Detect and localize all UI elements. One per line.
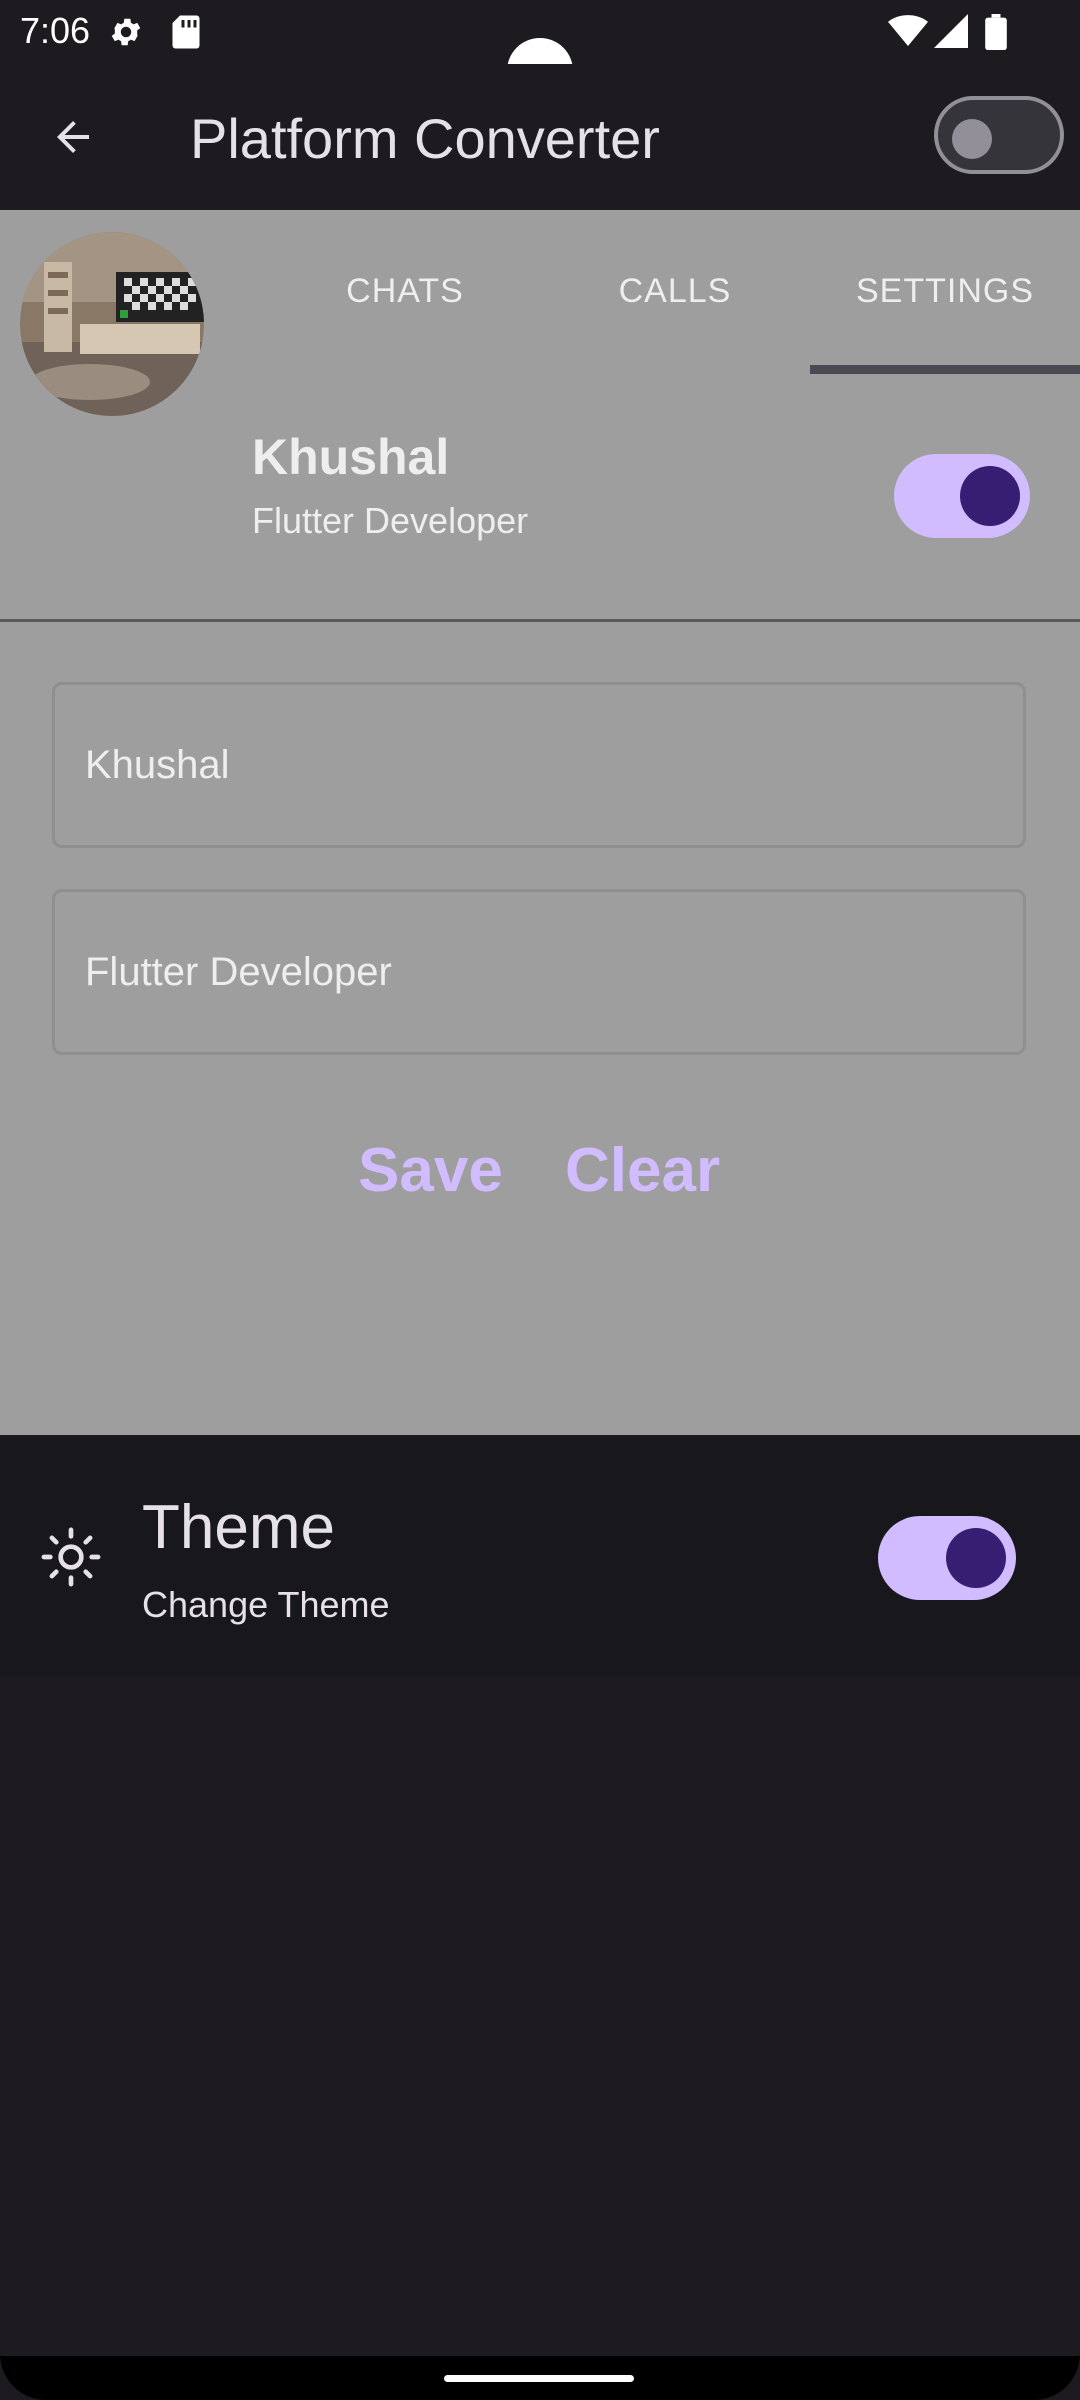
role-field[interactable] xyxy=(52,889,1026,1055)
theme-tile[interactable]: Theme Change Theme xyxy=(0,1436,1080,1676)
tab-indicator xyxy=(810,365,1080,374)
wifi-icon xyxy=(888,14,928,53)
profile-name: Khushal xyxy=(252,429,450,485)
screen: 7:06 Platform Converter HOM xyxy=(0,0,1080,2400)
tab-calls[interactable]: CALLS xyxy=(540,272,810,311)
app-bar: Platform Converter xyxy=(0,64,1080,210)
profile-edit-switch[interactable] xyxy=(894,454,1030,538)
switch-knob xyxy=(952,119,992,159)
clear-button[interactable]: Clear xyxy=(565,1135,720,1206)
name-input[interactable] xyxy=(85,685,985,845)
profile-role: Flutter Developer xyxy=(252,500,529,541)
save-button[interactable]: Save xyxy=(358,1135,503,1206)
avatar[interactable] xyxy=(20,232,204,416)
platform-switch[interactable] xyxy=(934,96,1064,174)
back-button[interactable] xyxy=(38,104,108,174)
tab-chats[interactable]: CHATS xyxy=(270,272,540,311)
name-field[interactable] xyxy=(52,682,1026,848)
status-time: 7:06 xyxy=(20,10,91,51)
role-input[interactable] xyxy=(85,892,985,1052)
switch-knob xyxy=(960,466,1020,526)
divider xyxy=(0,619,1080,622)
home-gesture-handle[interactable] xyxy=(444,2375,634,2382)
signal-icon xyxy=(934,14,968,53)
gear-icon xyxy=(108,14,144,55)
theme-switch[interactable] xyxy=(878,1516,1016,1600)
arrow-left-icon xyxy=(49,113,97,166)
switch-knob xyxy=(946,1528,1006,1588)
theme-title: Theme xyxy=(142,1493,335,1562)
sun-icon xyxy=(40,1526,102,1588)
tab-settings[interactable]: SETTINGS xyxy=(810,272,1080,311)
app-title: Platform Converter xyxy=(190,107,660,170)
theme-subtitle: Change Theme xyxy=(142,1584,390,1625)
sd-card-icon xyxy=(170,14,202,55)
battery-icon xyxy=(985,14,1007,55)
